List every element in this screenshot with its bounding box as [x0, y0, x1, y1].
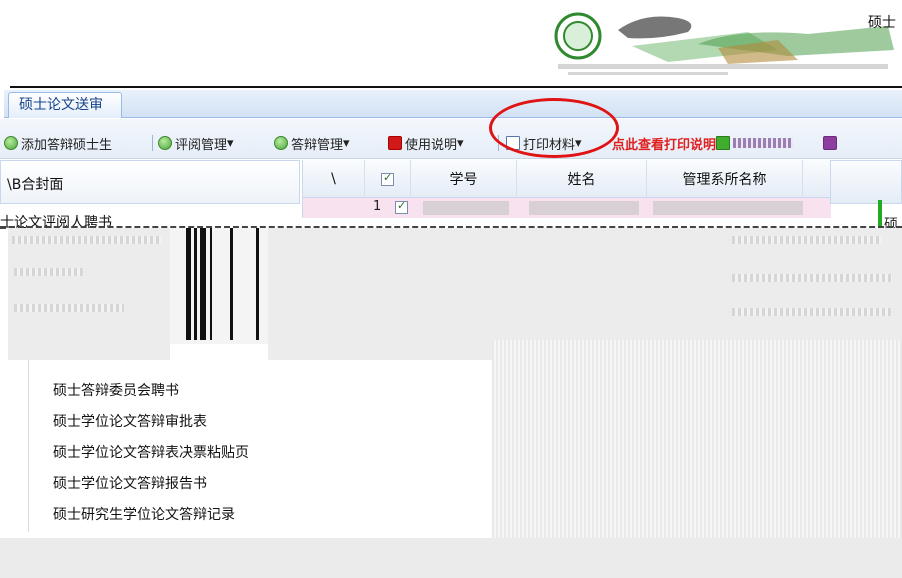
garbled-text [733, 138, 793, 148]
tab-thesis-review[interactable]: 硕士论文送审 [8, 92, 122, 118]
toolbar-separator [152, 135, 153, 151]
footer-area [0, 538, 902, 578]
review-management-label: 评阅管理 [175, 137, 228, 153]
tab-strip: 硕士论文送审 [4, 90, 902, 118]
barcode-graphic [170, 228, 268, 344]
row-number: 1 [373, 199, 382, 214]
noise-strip [12, 236, 162, 244]
usage-guide-label: 使用说明 [405, 137, 458, 153]
university-logo [548, 4, 898, 82]
menu-item-ballot-paste-page[interactable]: 硕士学位论文答辩表决票粘贴页 [53, 442, 249, 462]
defense-management-button[interactable]: 答辩管理 ▾ [274, 133, 350, 153]
document-icon [506, 136, 520, 150]
toolbar: 添加答辩硕士生 评阅管理 ▾ 答辩管理 ▾ 使用说明 ▾ 打印材料 ▾ 点此查看… [0, 119, 902, 159]
print-materials-menu: 硕士答辩委员会聘书 硕士学位论文答辩审批表 硕士学位论文答辩表决票粘贴页 硕士学… [28, 360, 492, 532]
right-panel-title: 硕士 [868, 15, 896, 31]
header-divider [10, 86, 902, 88]
redacted-student-id [423, 201, 509, 215]
right-panel [830, 160, 902, 204]
column-header-name[interactable]: 姓名 [517, 160, 647, 198]
menu-item-defense-record[interactable]: 硕士研究生学位论文答辩记录 [53, 504, 235, 524]
column-header-select[interactable] [365, 160, 411, 198]
app-window: 硕士论文送审 添加答辩硕士生 评阅管理 ▾ 答辩管理 ▾ 使用说明 ▾ 打印材料… [0, 0, 902, 578]
help-book-icon [388, 136, 402, 150]
print-materials-button[interactable]: 打印材料 ▾ [506, 133, 582, 153]
print-instructions-label: 点此查看打印说明 [612, 137, 717, 153]
column-header-department[interactable]: 管理系所名称 [647, 160, 803, 198]
toolbar-separator [498, 135, 499, 151]
menu-item-defense-approval-form[interactable]: 硕士学位论文答辩审批表 [53, 411, 207, 431]
tree-root-label[interactable]: \B合封面 [7, 174, 63, 194]
grid-header: \ 学号 姓名 管理系所名称 [303, 160, 831, 198]
redacted-department [653, 201, 803, 215]
add-icon [4, 136, 18, 150]
background-panel-left [8, 228, 170, 360]
add-icon [274, 136, 288, 150]
menu-shadow-area [492, 340, 902, 538]
tree-panel: \B合封面 [0, 160, 300, 204]
print-instructions-link[interactable]: 点此查看打印说明 [612, 133, 716, 153]
noise-strip [732, 308, 892, 316]
select-all-checkbox[interactable] [381, 171, 394, 186]
noise-strip [14, 268, 84, 276]
chevron-down-icon: ▾ [575, 135, 582, 151]
menu-item-defense-committee-letter[interactable]: 硕士答辩委员会聘书 [53, 380, 179, 400]
column-header-rownum: \ [303, 160, 365, 198]
toolbar-overflow-group [716, 133, 840, 153]
noise-strip [14, 304, 124, 312]
redacted-name [529, 201, 639, 215]
menu-item-defense-report[interactable]: 硕士学位论文答辩报告书 [53, 473, 207, 493]
print-materials-label: 打印材料 [523, 137, 576, 153]
usage-guide-button[interactable]: 使用说明 ▾ [388, 133, 464, 153]
review-management-button[interactable]: 评阅管理 ▾ [158, 133, 234, 153]
student-grid: \ 学号 姓名 管理系所名称 1 [302, 160, 831, 218]
chevron-down-icon: ▾ [457, 135, 464, 151]
noise-strip [732, 274, 892, 282]
row-checkbox[interactable] [395, 199, 408, 214]
add-defense-student-button[interactable]: 添加答辩硕士生 [4, 133, 112, 153]
chevron-down-icon: ▾ [227, 135, 234, 151]
table-row[interactable]: 1 [303, 198, 831, 218]
defense-management-label: 答辩管理 [291, 137, 344, 153]
spreadsheet-icon [716, 136, 730, 150]
column-header-student-id[interactable]: 学号 [411, 160, 517, 198]
add-icon [158, 136, 172, 150]
chevron-down-icon: ▾ [343, 135, 350, 151]
status-bar-indicator [878, 200, 882, 228]
report-icon [823, 136, 837, 150]
add-defense-student-label: 添加答辩硕士生 [21, 137, 113, 153]
noise-strip [732, 236, 882, 244]
